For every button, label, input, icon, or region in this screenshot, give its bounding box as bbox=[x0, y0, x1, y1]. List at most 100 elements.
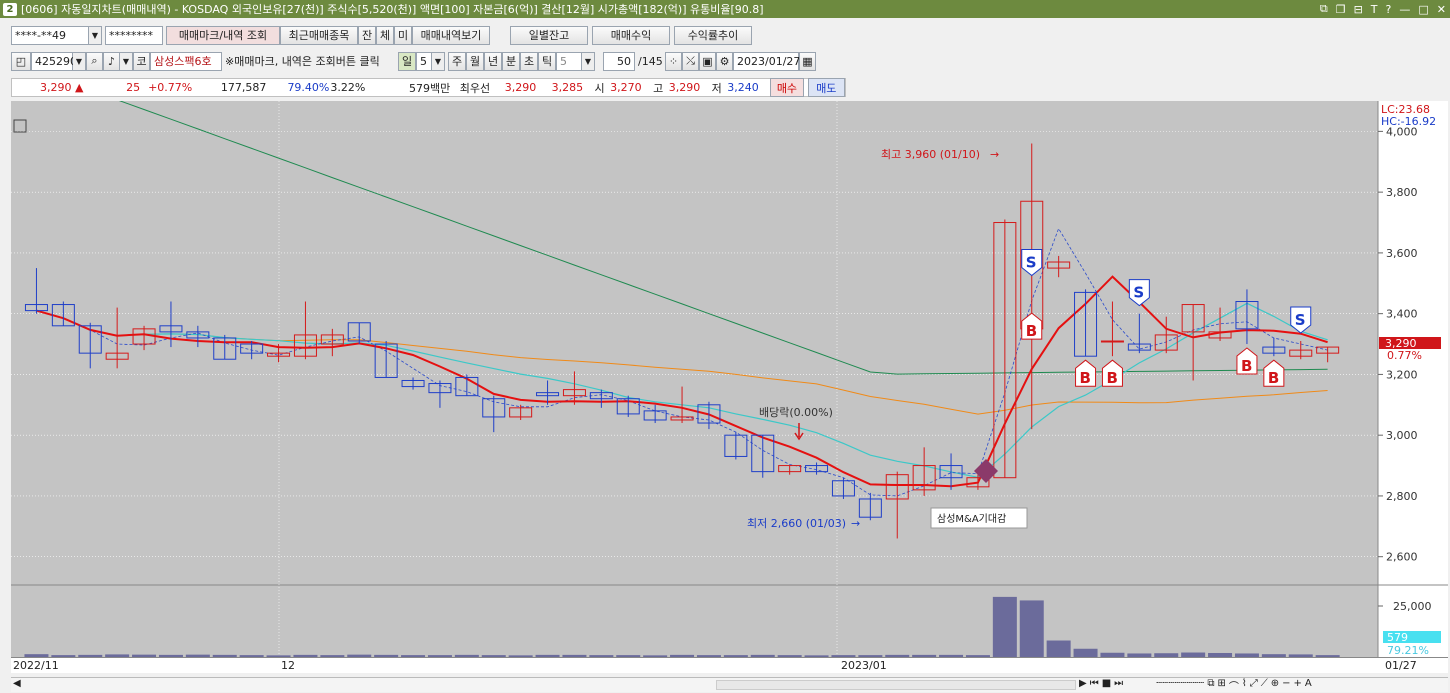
low-annotation: 최저 2,660 (01/03) bbox=[747, 517, 846, 530]
open-price: 3,270 bbox=[610, 81, 642, 94]
trade-mark-notice: ※매매마크, 내역은 조회버튼 클릭 bbox=[225, 55, 380, 68]
rewind-icon[interactable]: ⏮ bbox=[1090, 678, 1099, 693]
count-input[interactable]: 50 bbox=[603, 51, 635, 71]
window-number-badge: 2 bbox=[3, 2, 17, 16]
chart-scrollbar[interactable]: ◀ ▶ ⏮ ■ ⏭ ┄┄┄┄┄┄┄┄ ⧉ ⊞ ⌒ ⌇ ⤢ ⟋ ⊕ − + A bbox=[11, 677, 1448, 693]
period-dropdown-icon[interactable]: ▼ bbox=[432, 51, 445, 71]
tool-icon-6[interactable]: ⟋ bbox=[1261, 678, 1268, 693]
close-icon[interactable]: ✕ bbox=[1437, 3, 1446, 16]
trade-profit-button[interactable]: 매매수익 bbox=[592, 25, 670, 45]
tool-icon-5[interactable]: ⤢ bbox=[1250, 678, 1258, 693]
trade-amount: 579백만 bbox=[408, 81, 451, 95]
unexecuted-button[interactable]: 미 bbox=[394, 25, 412, 45]
high-annotation: 최고 3,960 (01/10) bbox=[881, 148, 980, 161]
stock-name: 삼성스팩6호 bbox=[150, 51, 222, 71]
chart-type-icon[interactable]: ◰ bbox=[11, 51, 31, 71]
tool-icon-7[interactable]: ⊕ bbox=[1271, 678, 1279, 693]
buy-button[interactable]: 매수 bbox=[770, 78, 804, 97]
speaker-icon[interactable]: ♪ bbox=[103, 51, 120, 71]
link-icon[interactable]: ⧉ bbox=[1320, 2, 1328, 16]
toolbar-row-1: ****-**49 ▼ ******** 매매마크/내역 조회 최근매매종목 잔… bbox=[0, 24, 1450, 46]
search-icon[interactable]: ⌕ bbox=[86, 51, 103, 71]
price-chart-svg[interactable]: SBB BSBBS 2,6002,8003,0003,2003,4003,6003… bbox=[11, 70, 1448, 657]
y-tick-label: 3,200 bbox=[1386, 368, 1418, 381]
help-icon[interactable]: ? bbox=[1386, 3, 1392, 16]
scroll-thumb[interactable] bbox=[716, 680, 1076, 690]
period-week-button[interactable]: 주 bbox=[448, 51, 466, 71]
tick-dropdown-icon[interactable]: ▼ bbox=[582, 51, 595, 71]
quote-bar: 3,290 ▲ 25 +0.77% 177,587 79.40% 3.22% 5… bbox=[11, 78, 846, 97]
account-field[interactable]: ****-**49 bbox=[11, 25, 89, 45]
stop-icon[interactable]: ■ bbox=[1102, 678, 1111, 693]
daily-balance-button[interactable]: 일별잔고 bbox=[510, 25, 588, 45]
x-label-12: 12 bbox=[281, 659, 295, 672]
minimize-icon[interactable]: — bbox=[1399, 3, 1410, 16]
profit-trend-button[interactable]: 수익률추이 bbox=[674, 25, 752, 45]
volume-bar bbox=[1046, 640, 1071, 657]
high-arrow: → bbox=[990, 148, 999, 161]
text-tool-icon[interactable]: A bbox=[1305, 678, 1312, 693]
turnover: 3.22% bbox=[330, 81, 366, 94]
event-label: 삼성M&A기대감 bbox=[937, 513, 1006, 525]
playback-controls: ▶ ⏮ ■ ⏭ ┄┄┄┄┄┄┄┄ ⧉ ⊞ ⌒ ⌇ ⤢ ⟋ ⊕ − + A bbox=[1079, 678, 1312, 693]
trade-mark-query-button[interactable]: 매매마크/내역 조회 bbox=[166, 25, 280, 45]
account-dropdown-icon[interactable]: ▼ bbox=[89, 25, 102, 45]
calendar-icon[interactable]: ▦ bbox=[799, 51, 816, 71]
save-icon[interactable]: ▣ bbox=[699, 51, 716, 71]
x-label-2022-11: 2022/11 bbox=[13, 659, 59, 672]
indicator-icon[interactable]: ⤯ bbox=[682, 51, 699, 71]
tool-icon-2[interactable]: ⊞ bbox=[1217, 678, 1225, 693]
x-axis: 2022/11 12 2023/01 01/27 bbox=[11, 657, 1448, 673]
executed-button[interactable]: 체 bbox=[376, 25, 394, 45]
lock-icon[interactable]: ⊟ bbox=[1354, 3, 1363, 16]
best-bid: 3,285 bbox=[551, 81, 584, 94]
title-bar: 2 [0606] 자동일지차트(매매내역) - KOSDAQ 외국인보유[27(… bbox=[0, 0, 1450, 18]
period-month-button[interactable]: 월 bbox=[466, 51, 484, 71]
zoom-slider-icon[interactable]: ┄┄┄┄┄┄┄┄ bbox=[1156, 678, 1204, 693]
left-strip bbox=[0, 101, 11, 693]
speaker-dropdown-icon[interactable]: ▼ bbox=[120, 51, 133, 71]
recent-trades-button[interactable]: 최근매매종목 bbox=[280, 25, 358, 45]
grid-icon[interactable]: ⁘ bbox=[665, 51, 682, 71]
tool-icon-1[interactable]: ⧉ bbox=[1207, 678, 1214, 693]
trade-history-button[interactable]: 매매내역보기 bbox=[412, 25, 490, 45]
period-tick-button[interactable]: 틱 bbox=[538, 51, 556, 71]
volume-bar bbox=[1019, 600, 1044, 657]
gear-icon[interactable]: ⚙ bbox=[716, 51, 733, 71]
candle-body[interactable] bbox=[1100, 340, 1124, 343]
period-minute-button[interactable]: 분 bbox=[502, 51, 520, 71]
high-label: 고 bbox=[653, 81, 664, 95]
volume-pct-tag: 79.21% bbox=[1387, 644, 1429, 657]
zoom-in-icon[interactable]: + bbox=[1294, 678, 1302, 693]
stock-code-input[interactable]: 425290 bbox=[31, 51, 77, 71]
period-value-input[interactable]: 5 bbox=[416, 51, 432, 71]
sell-button[interactable]: 매도 bbox=[807, 78, 845, 97]
password-field[interactable]: ******** bbox=[105, 25, 163, 45]
tool-icon-4[interactable]: ⌇ bbox=[1242, 678, 1247, 693]
tick-value-input[interactable]: 5 bbox=[556, 51, 582, 71]
copy-icon[interactable]: ❐ bbox=[1336, 3, 1346, 16]
y-tick-label: 2,600 bbox=[1386, 551, 1418, 564]
window-title: [0606] 자동일지차트(매매내역) - KOSDAQ 외국인보유[27(천)… bbox=[21, 3, 764, 16]
font-icon[interactable]: T bbox=[1371, 3, 1378, 16]
fast-forward-icon[interactable]: ⏭ bbox=[1114, 678, 1123, 693]
volume: 177,587 bbox=[220, 81, 267, 94]
play-forward-icon[interactable]: ▶ bbox=[1079, 678, 1087, 693]
period-second-button[interactable]: 초 bbox=[520, 51, 538, 71]
zoom-out-icon[interactable]: − bbox=[1282, 678, 1290, 693]
current-pct-tag: 0.77% bbox=[1387, 349, 1422, 362]
hc-label: HC:-16.92 bbox=[1381, 115, 1436, 128]
low-arrow: → bbox=[851, 517, 860, 530]
tool-icon-3[interactable]: ⌒ bbox=[1229, 678, 1239, 693]
y-tick-label: 3,400 bbox=[1386, 308, 1418, 321]
period-year-button[interactable]: 년 bbox=[484, 51, 502, 71]
scroll-left-icon[interactable]: ◀ bbox=[13, 678, 21, 689]
y-tick-label: 3,600 bbox=[1386, 247, 1418, 260]
balance-button[interactable]: 잔 bbox=[358, 25, 376, 45]
code-dropdown-icon[interactable]: ▼ bbox=[73, 51, 86, 71]
dividend-annotation: 배당락(0.00%) bbox=[759, 406, 833, 419]
maximize-icon[interactable]: □ bbox=[1418, 3, 1428, 16]
date-input[interactable]: 2023/01/27 bbox=[733, 51, 800, 71]
period-day-button[interactable]: 일 bbox=[398, 51, 416, 71]
chart-area[interactable]: SBBBSBBS 2,600 2,800 3,000 3,200 3,400 3,600 3… bbox=[11, 70, 1448, 673]
